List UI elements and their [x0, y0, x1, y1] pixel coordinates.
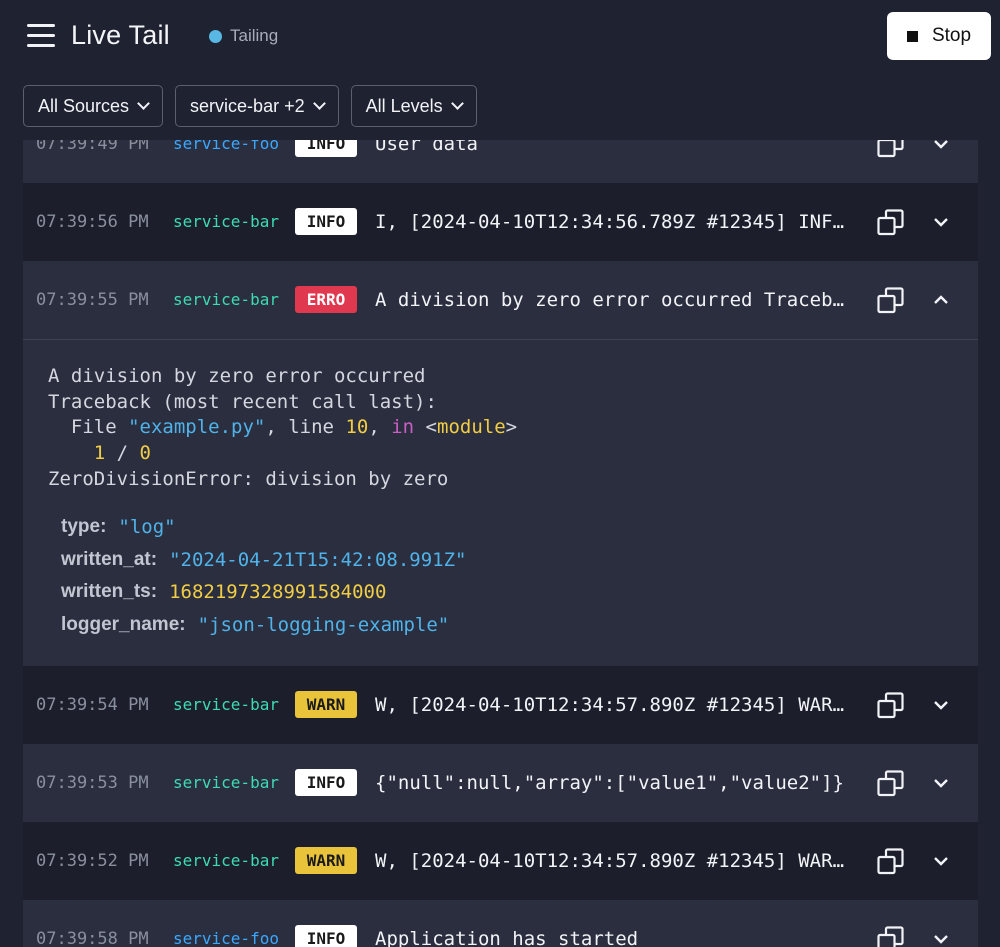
log-detail-panel: A division by zero error occurred Traceb… [23, 339, 978, 666]
trace-file-name: "example.py" [128, 416, 266, 439]
trace-expr-a: 1 [93, 442, 106, 465]
trace-line-number: 10 [345, 416, 369, 439]
chevron-down-icon[interactable] [931, 773, 951, 793]
field-value: "2024-04-21T15:42:08.991Z" [169, 548, 467, 571]
log-time: 07:39:55 PM [36, 290, 149, 310]
trace-line-label: , line [265, 416, 346, 439]
chevron-down-icon[interactable] [931, 929, 951, 947]
log-row[interactable]: 07:39:54 PM service-bar WARN W, [2024-04… [23, 666, 978, 744]
log-time: 07:39:58 PM [36, 929, 149, 947]
levels-filter-dropdown[interactable]: All Levels [350, 85, 477, 127]
level-badge: INFO [295, 208, 357, 235]
copy-icon[interactable] [877, 287, 904, 314]
sources-filter-label: All Sources [38, 95, 130, 116]
copy-icon[interactable] [877, 926, 904, 947]
trace-module-close: > [505, 416, 518, 439]
log-row[interactable]: 07:39:52 PM service-bar WARN W, [2024-04… [23, 822, 978, 900]
chevron-down-icon[interactable] [931, 851, 951, 871]
copy-icon[interactable] [877, 770, 904, 797]
log-row[interactable]: 07:39:58 PM service-foo INFO Application… [23, 900, 978, 947]
stop-square-icon [906, 30, 918, 42]
chevron-down-icon [450, 97, 464, 110]
header: Live Tail Tailing Stop All Sources servi… [0, 0, 1000, 140]
chevron-down-icon[interactable] [931, 695, 951, 715]
trace-error: ZeroDivisionError: division by zero [48, 467, 449, 490]
trace-expr-op: / [105, 442, 140, 465]
chevron-down-icon[interactable] [931, 212, 951, 232]
levels-filter-label: All Levels [365, 95, 443, 116]
log-source: service-foo [173, 929, 279, 947]
trace-expr-b: 0 [139, 442, 151, 465]
stop-button[interactable]: Stop [887, 12, 991, 60]
trace-in-keyword: in [391, 416, 415, 439]
log-fields: type: "log" written_at: "2024-04-21T15:4… [61, 511, 467, 641]
log-source: service-bar [173, 695, 279, 714]
field-value: "log" [118, 516, 176, 539]
log-row[interactable]: 07:39:53 PM service-bar INFO {"null":nul… [23, 744, 978, 822]
field-value: "json-logging-example" [197, 613, 450, 636]
trace-line: Traceback (most recent call last): [48, 390, 437, 413]
log-source: service-bar [173, 773, 279, 792]
trace-module: module [437, 416, 506, 439]
chevron-down-icon [137, 97, 150, 110]
log-time: 07:39:52 PM [36, 851, 149, 871]
chevron-down-icon [312, 97, 326, 110]
log-time: 07:39:53 PM [36, 773, 149, 793]
log-message: Application has started [375, 928, 639, 947]
field-type: type: "log" [61, 511, 467, 544]
stop-label: Stop [931, 25, 972, 46]
copy-icon[interactable] [877, 209, 904, 236]
log-source: service-bar [173, 290, 279, 309]
tailing-status: Tailing [209, 26, 278, 46]
level-badge: WARN [295, 847, 357, 874]
log-time: 07:39:54 PM [36, 695, 149, 715]
services-filter-label: service-bar +2 [190, 95, 305, 116]
trace-file-label: File [48, 416, 129, 439]
log-message: I, [2024-04-10T12:34:56.789Z #12345] INF… [375, 211, 850, 233]
level-badge: ERRO [295, 286, 357, 313]
hamburger-menu-icon[interactable] [27, 24, 55, 48]
field-key: logger_name: [61, 613, 186, 635]
copy-icon[interactable] [877, 692, 904, 719]
log-row[interactable]: 07:39:56 PM service-bar INFO I, [2024-04… [23, 183, 978, 261]
trace-line: A division by zero error occurred [48, 365, 426, 387]
field-written-at: written_at: "2024-04-21T15:42:08.991Z" [61, 544, 467, 577]
filter-bar: All Sources service-bar +2 All Levels [23, 85, 477, 127]
log-source: service-bar [173, 851, 279, 870]
copy-icon[interactable] [877, 848, 904, 875]
services-filter-dropdown[interactable]: service-bar +2 [175, 85, 339, 127]
field-value: 1682197328991584000 [169, 581, 387, 604]
field-key: written_ts: [61, 581, 158, 603]
log-message: A division by zero error occurred Traceb… [375, 289, 850, 311]
level-badge: INFO [295, 925, 357, 947]
status-dot-icon [209, 29, 222, 43]
level-badge: INFO [295, 769, 357, 796]
log-source: service-bar [173, 212, 279, 231]
status-label: Tailing [230, 26, 279, 45]
log-time: 07:39:56 PM [36, 212, 149, 232]
sources-filter-dropdown[interactable]: All Sources [23, 85, 164, 127]
log-message: W, [2024-04-10T12:34:57.890Z #12345] WAR… [375, 850, 850, 872]
traceback-text: A division by zero error occurred Traceb… [48, 365, 518, 490]
level-badge: WARN [295, 691, 357, 718]
field-logger-name: logger_name: "json-logging-example" [61, 609, 467, 642]
log-message: {"null":null,"array":["value1","value2"]… [375, 772, 844, 794]
log-list: 07:39:49 PM service-foo INFO User data 0… [23, 105, 978, 947]
chevron-up-icon[interactable] [931, 290, 951, 310]
page-title: Live Tail [71, 20, 170, 50]
field-key: written_at: [61, 548, 158, 570]
log-row-expanded[interactable]: 07:39:55 PM service-bar ERRO A division … [23, 261, 978, 339]
trace-module-open: < [414, 416, 437, 439]
field-key: type: [61, 516, 107, 538]
log-message: W, [2024-04-10T12:34:57.890Z #12345] WAR… [375, 694, 850, 716]
field-written-ts: written_ts: 1682197328991584000 [61, 576, 467, 609]
